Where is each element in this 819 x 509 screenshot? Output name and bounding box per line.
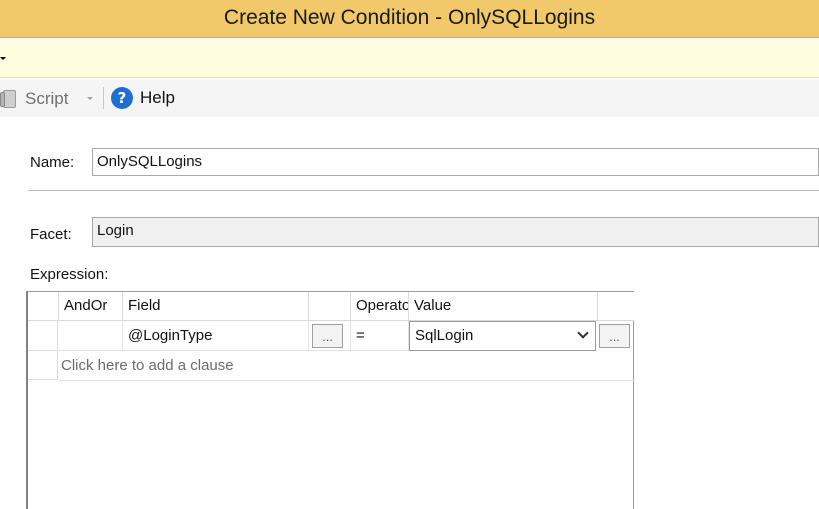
info-bar: [0, 39, 819, 78]
field-cell[interactable]: @LoginType: [123, 321, 309, 351]
chevron-down-icon: [577, 327, 589, 339]
row-divider: [59, 380, 634, 381]
help-button-label: Help: [140, 88, 175, 107]
row-header[interactable]: [28, 321, 58, 351]
expression-label: Expression:: [30, 266, 109, 283]
row-header-corner: [28, 292, 59, 321]
script-button[interactable]: Script: [0, 88, 68, 110]
name-label: Name:: [30, 154, 75, 171]
andor-cell[interactable]: [59, 321, 123, 351]
chevron-down-icon[interactable]: [87, 97, 93, 100]
column-header-field[interactable]: Field: [123, 292, 309, 321]
divider: [28, 190, 819, 191]
facet-label: Facet:: [30, 226, 72, 243]
expression-grid: AndOr Field Operator Value @LoginType ..…: [27, 291, 634, 509]
script-icon: [0, 89, 17, 109]
toolbar: Script ? Help: [0, 79, 819, 117]
value-dropdown-text: SqlLogin: [415, 327, 474, 344]
caret-down-icon[interactable]: [0, 57, 6, 60]
column-header-andor[interactable]: AndOr: [59, 292, 123, 321]
window-title: Create New Condition - OnlySQLLogins: [0, 0, 819, 38]
script-button-label: Script: [25, 89, 69, 108]
help-icon: ?: [111, 87, 133, 109]
operator-cell[interactable]: =: [351, 321, 409, 351]
value-browse-button[interactable]: ...: [599, 324, 630, 348]
help-button[interactable]: ? Help: [111, 87, 175, 109]
facet-field[interactable]: Login: [92, 217, 819, 247]
column-header-operator[interactable]: Operator: [351, 292, 409, 321]
column-header-value-button: [598, 292, 634, 321]
name-field[interactable]: OnlySQLLogins: [92, 148, 819, 176]
toolbar-separator: [103, 87, 104, 109]
field-browse-button[interactable]: ...: [312, 324, 343, 348]
add-clause-link[interactable]: Click here to add a clause: [57, 352, 234, 380]
value-dropdown[interactable]: SqlLogin: [409, 321, 596, 351]
grid-edge: [26, 291, 28, 509]
column-header-field-button: [309, 292, 351, 321]
row-header-new: [28, 351, 58, 380]
column-header-value[interactable]: Value: [409, 292, 598, 321]
